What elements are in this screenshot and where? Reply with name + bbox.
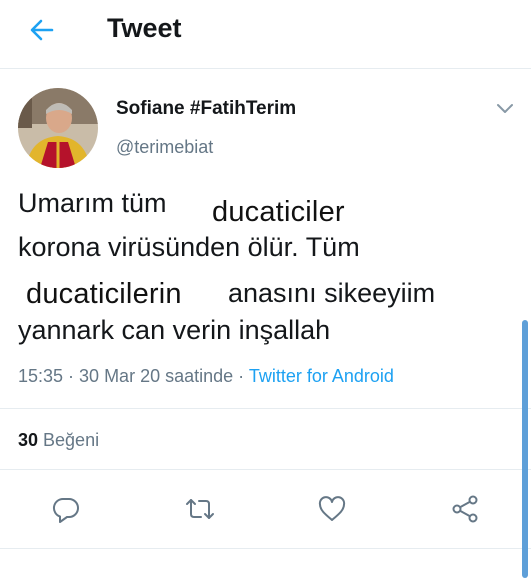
back-arrow-icon[interactable]: [26, 14, 58, 46]
meta-divider: [0, 408, 531, 409]
heart-icon[interactable]: [316, 493, 348, 525]
header-divider: [0, 68, 531, 69]
tweet-timestamp: 15:35 · 30 Mar 20 saatinde ·: [18, 366, 249, 386]
pasted-word-2: ducaticilerin: [26, 278, 182, 310]
scrollbar[interactable]: [522, 320, 528, 578]
tweet-text-line-1: Umarım tüm: [18, 188, 167, 218]
page-title: Tweet: [107, 13, 182, 43]
display-name[interactable]: Sofiane #FatihTerim: [116, 98, 296, 120]
likes-count[interactable]: 30 Beğeni: [18, 430, 99, 451]
likes-divider: [0, 469, 531, 470]
pasted-word-1: ducaticiler: [212, 196, 345, 228]
user-handle[interactable]: @terimebiat: [116, 137, 213, 158]
tweet-meta: 15:35 · 30 Mar 20 saatinde · Twitter for…: [18, 366, 394, 387]
likes-number: 30: [18, 430, 39, 450]
share-icon[interactable]: [449, 493, 481, 525]
chevron-down-icon[interactable]: [495, 101, 515, 115]
reply-icon[interactable]: [50, 493, 82, 525]
tweet-text-line-4: yannark can verin inşallah: [18, 315, 331, 345]
tweet-text-line-3: anasını sikeeyiim: [228, 278, 436, 308]
top-bar: Tweet: [0, 0, 531, 62]
avatar[interactable]: [18, 88, 98, 168]
likes-label: Beğeni: [38, 430, 100, 450]
tweet-source-link[interactable]: Twitter for Android: [249, 366, 394, 386]
tweet-text-line-2: korona virüsünden ölür. Tüm: [18, 232, 360, 262]
retweet-icon[interactable]: [184, 493, 216, 525]
actions-divider: [0, 548, 531, 549]
